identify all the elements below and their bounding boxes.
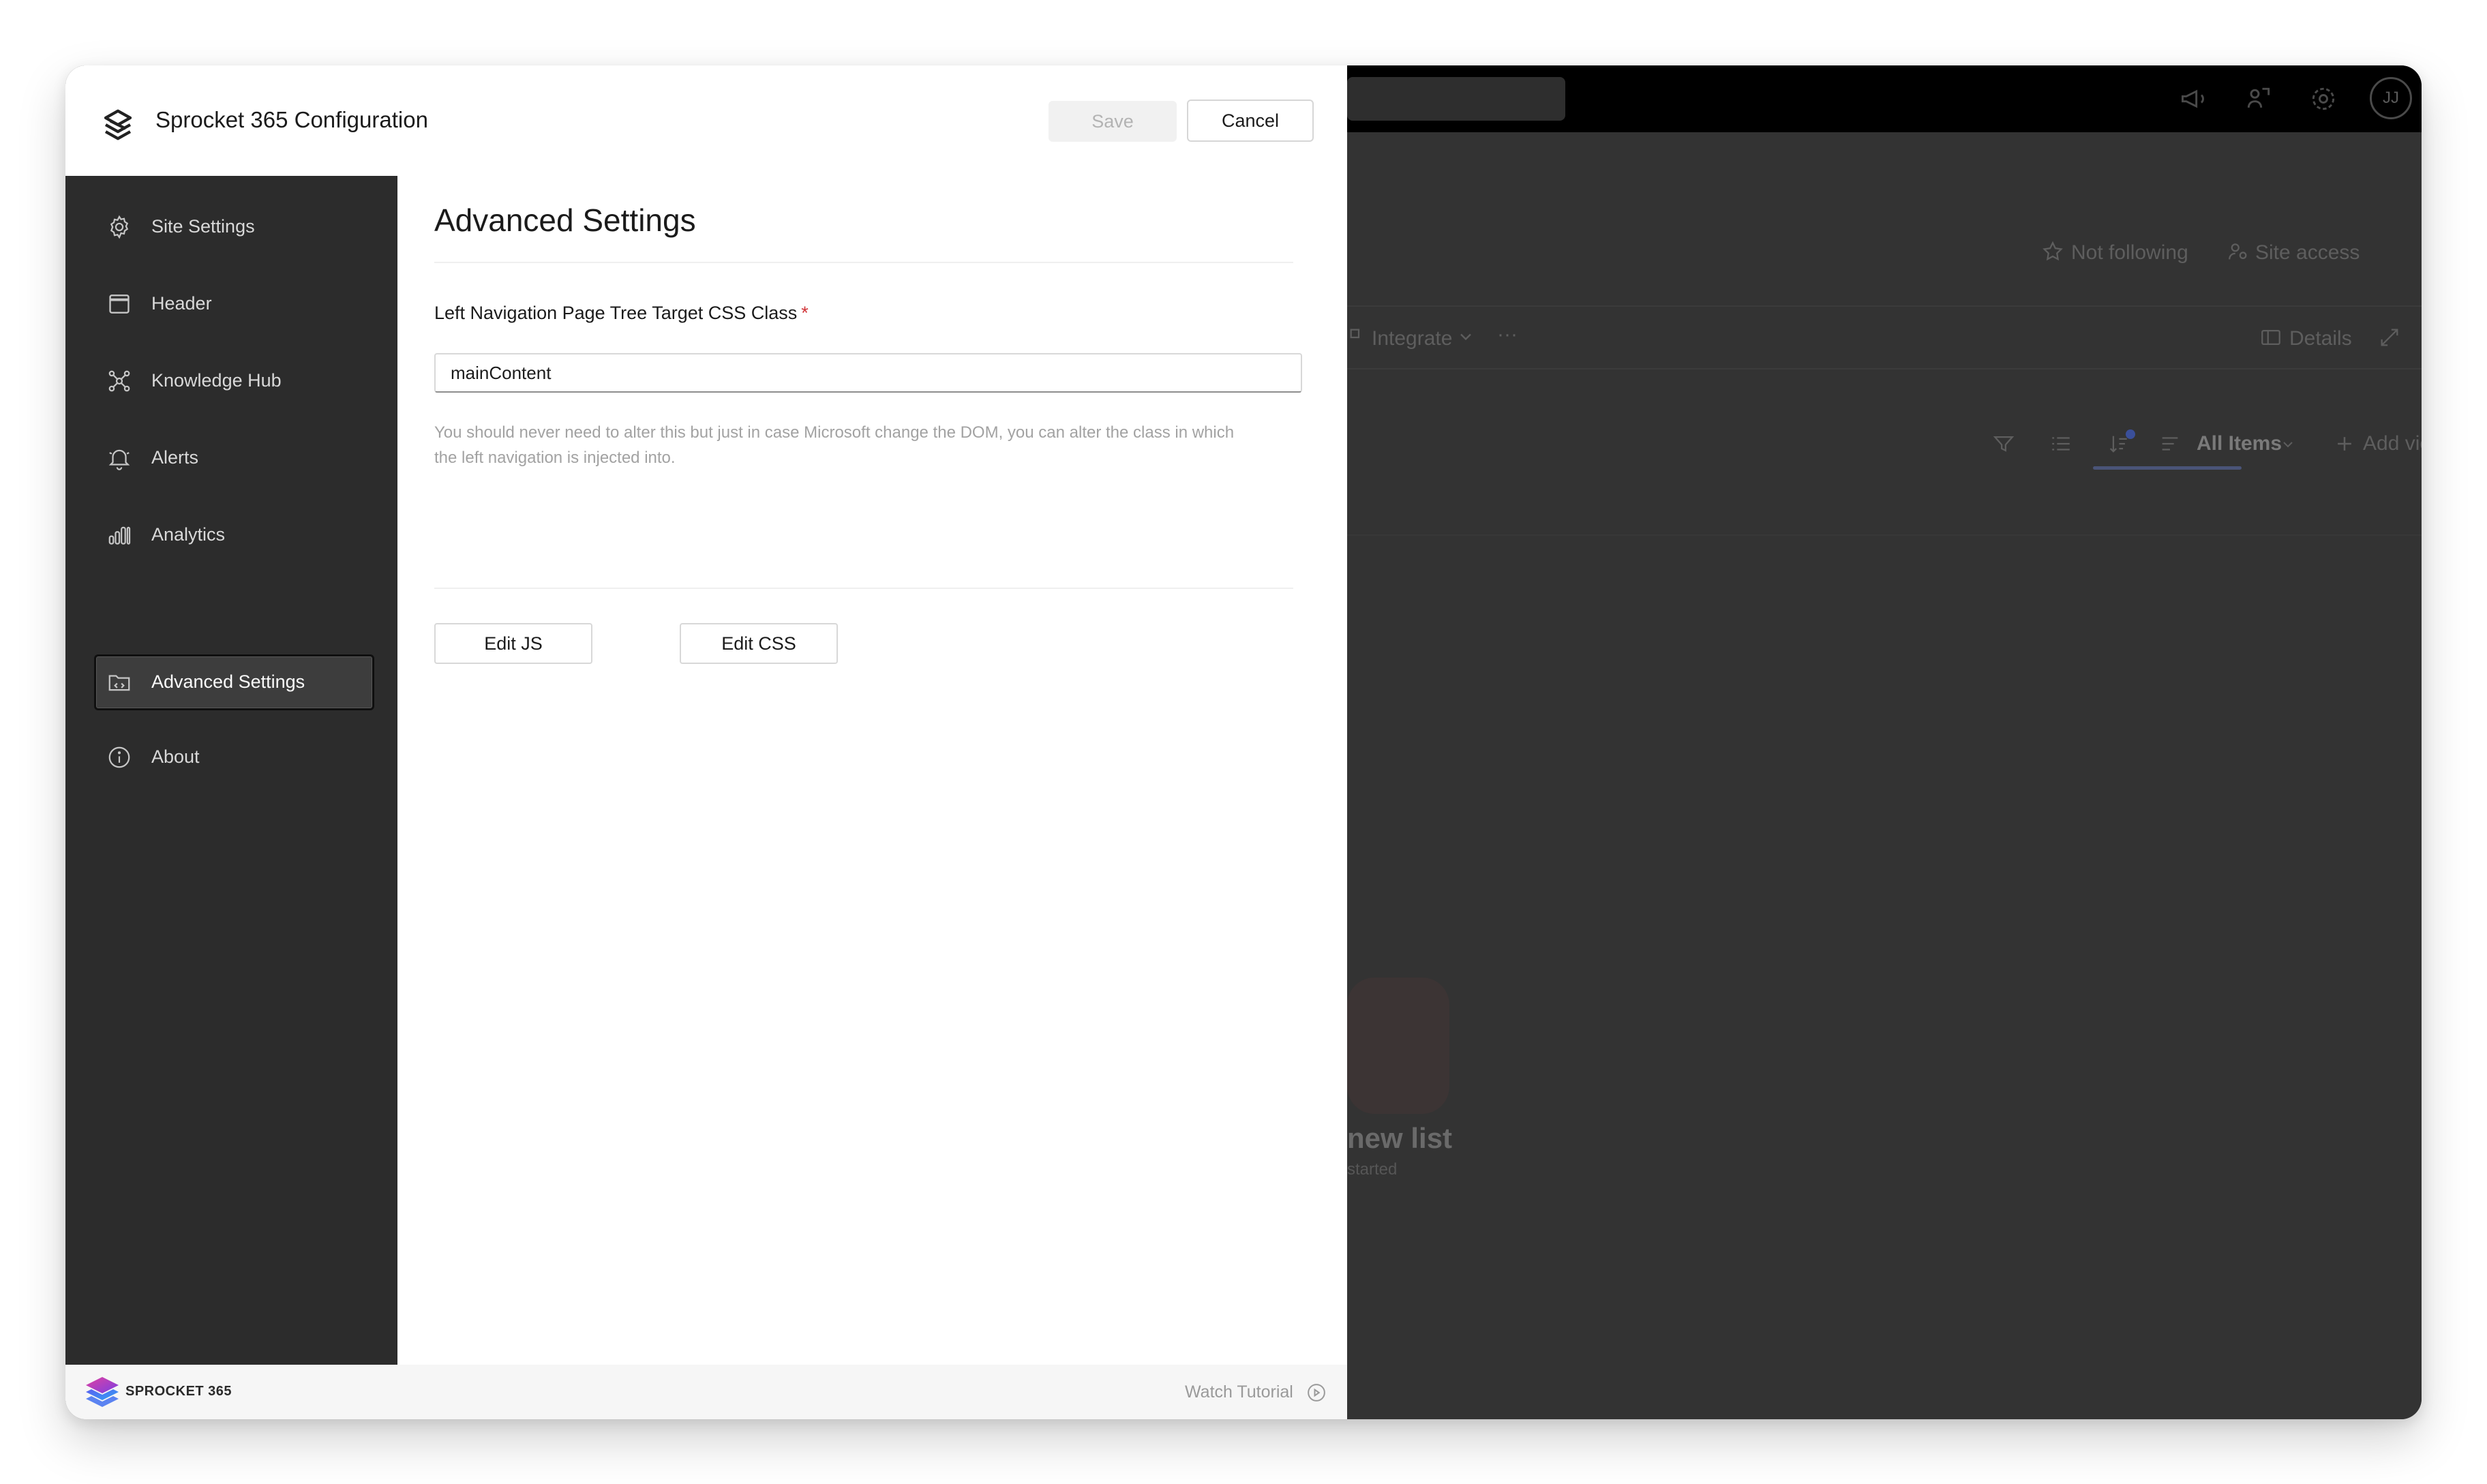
bell-icon xyxy=(108,449,130,470)
details-label: Details xyxy=(2289,327,2352,350)
chevron-down-icon xyxy=(1460,333,1471,341)
configuration-panel: Sprocket 365 Configuration Save Cancel S… xyxy=(65,65,1347,1419)
not-following-label: Not following xyxy=(2071,241,2188,264)
save-button[interactable]: Save xyxy=(1049,101,1177,142)
details-pane-icon xyxy=(2261,329,2280,346)
sidebar-item-label: Advanced Settings xyxy=(151,671,305,692)
folder-code-icon xyxy=(108,675,130,691)
help-text-line: the left navigation is injected into. xyxy=(434,449,676,467)
settings-gear-icon xyxy=(2312,87,2335,110)
sidebar-item-label: About xyxy=(151,746,200,767)
help-text-line: You should never need to alter this but … xyxy=(434,423,1235,442)
avatar: JJ xyxy=(2370,77,2412,119)
expand-icon xyxy=(2381,329,2398,346)
share-people-icon xyxy=(2247,87,2270,108)
field-label-text: Left Navigation Page Tree Target CSS Cla… xyxy=(434,303,798,323)
sidebar-item-header[interactable]: Header xyxy=(94,276,374,332)
sidebar-item-knowledge-hub[interactable]: Knowledge Hub xyxy=(94,353,374,409)
panel-footer: SPROCKET 365 Watch Tutorial xyxy=(65,1365,1347,1419)
site-access-label: Site access xyxy=(2255,241,2360,264)
edit-css-button[interactable]: Edit CSS xyxy=(680,623,838,664)
required-mark: * xyxy=(801,303,809,323)
page-title: Advanced Settings xyxy=(434,202,696,238)
all-items-view: All Items xyxy=(2197,432,2282,455)
css-class-input[interactable] xyxy=(434,353,1302,393)
empty-state-illustration xyxy=(1347,978,1449,1114)
gear-icon xyxy=(110,215,129,239)
sidebar-item-alerts[interactable]: Alerts xyxy=(94,430,374,486)
empty-state-title: new list xyxy=(1347,1122,1453,1154)
star-icon xyxy=(2043,241,2063,261)
all-items-icon xyxy=(2162,437,2178,451)
edit-js-button[interactable]: Edit JS xyxy=(434,623,592,664)
title-divider xyxy=(434,262,1293,263)
view-chevron-down-icon xyxy=(2283,442,2293,448)
empty-state-subtitle: started xyxy=(1347,1160,1398,1179)
watch-tutorial-link[interactable]: Watch Tutorial xyxy=(1185,1382,1293,1402)
group-list-icon xyxy=(2052,437,2070,451)
add-view-label: Add view xyxy=(2363,432,2422,455)
panel-title: Sprocket 365 Configuration xyxy=(155,107,428,132)
css-class-field-label: Left Navigation Page Tree Target CSS Cla… xyxy=(434,303,809,324)
sidebar-item-label: Analytics xyxy=(151,524,226,545)
site-access-icon xyxy=(2229,243,2247,260)
bar-chart-icon xyxy=(108,526,131,545)
footer-brand: SPROCKET 365 xyxy=(125,1384,232,1399)
network-icon xyxy=(108,370,130,392)
sidebar-item-analytics[interactable]: Analytics xyxy=(94,507,374,563)
sidebar-item-label: Site Settings xyxy=(151,216,255,237)
sidebar-item-label: Header xyxy=(151,293,212,314)
panel-header: Sprocket 365 Configuration Save Cancel xyxy=(65,65,1347,177)
background-search-box xyxy=(1347,77,1565,121)
settings-sidebar: Site Settings Header Knowledge Hub Alert… xyxy=(65,176,397,1365)
sidebar-item-advanced-settings[interactable]: Advanced Settings xyxy=(94,654,374,710)
integrate-icon xyxy=(1350,329,1360,339)
app-window: JJ ? Not following Site access Integrate… xyxy=(65,65,2422,1419)
section-divider xyxy=(434,588,1293,589)
active-view-underline xyxy=(2093,466,2242,470)
sort-indicator-dot xyxy=(2126,429,2135,439)
sidebar-item-label: Knowledge Hub xyxy=(151,370,282,391)
megaphone-icon xyxy=(2182,89,2204,108)
info-icon xyxy=(108,746,130,768)
sidebar-item-about[interactable]: About xyxy=(94,729,374,785)
cancel-button[interactable]: Cancel xyxy=(1187,100,1314,142)
header-window-icon xyxy=(109,294,130,314)
sidebar-item-site-settings[interactable]: Site Settings xyxy=(94,199,374,255)
sidebar-item-label: Alerts xyxy=(151,447,199,468)
play-circle-icon[interactable] xyxy=(1306,1382,1327,1403)
sprocket-brand-logo-icon xyxy=(86,1377,119,1407)
integrate-label: Integrate xyxy=(1372,327,1453,350)
advanced-settings-content: Advanced Settings Left Navigation Page T… xyxy=(397,176,1347,1365)
filter-icon xyxy=(1993,436,2015,452)
more-options-label: ··· xyxy=(1497,323,1518,346)
add-icon xyxy=(2338,437,2351,451)
sprocket-logo-icon xyxy=(104,109,132,140)
help-text: You should never need to alter this but … xyxy=(434,420,1252,470)
